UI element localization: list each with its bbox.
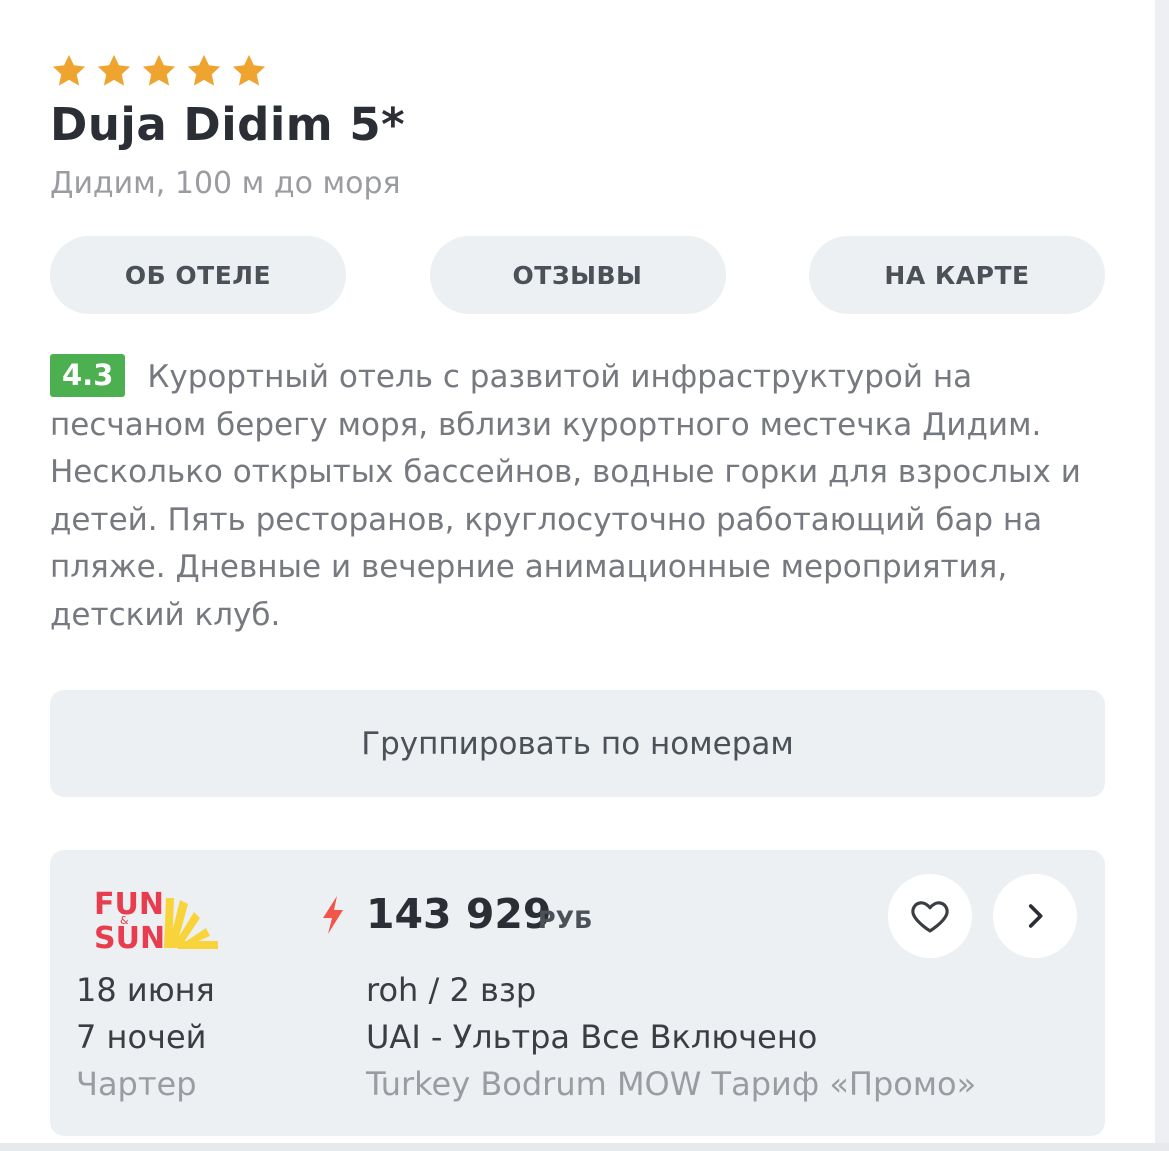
group-by-rooms-button[interactable]: Группировать по номерам: [50, 690, 1105, 797]
meal-plan: UAI - Ультра Все Включено: [366, 1018, 818, 1056]
hotel-title: Duja Didim 5*: [50, 98, 406, 151]
hotel-tabs: ОБ ОТЕЛЕ ОТЗЫВЫ НА КАРТЕ: [50, 236, 1105, 314]
open-offer-button[interactable]: [993, 874, 1077, 958]
right-edge-strip: [1155, 0, 1169, 1151]
tariff-name: Turkey Bodrum MOW Тариф «Промо»: [366, 1065, 977, 1103]
hotel-description: Курортный отель с развитой инфраструктур…: [50, 359, 1081, 633]
favorite-button[interactable]: [888, 874, 972, 958]
heart-icon: [911, 901, 949, 933]
rating-badge: 4.3: [50, 354, 126, 397]
bottom-edge-strip: [0, 1143, 1169, 1151]
lightning-icon: [323, 896, 343, 934]
tab-on-map[interactable]: НА КАРТЕ: [809, 236, 1105, 314]
tab-reviews[interactable]: ОТЗЫВЫ: [429, 236, 726, 314]
star-icon: [52, 54, 86, 86]
svg-text:SUN: SUN: [94, 921, 165, 950]
departure-date: 18 июня: [76, 971, 215, 1009]
price-currency: РУБ: [538, 906, 593, 934]
tour-offer-card[interactable]: FUN SUN & 18 июня 7 ночей Чартер 143 929…: [50, 850, 1105, 1136]
star-icon: [97, 54, 131, 86]
fun-sun-logo: FUN SUN &: [94, 887, 218, 950]
chevron-right-icon: [1028, 904, 1043, 928]
star-icon: [232, 54, 266, 86]
star-icon: [142, 54, 176, 86]
room-type: roh / 2 взр: [366, 971, 537, 1009]
hotel-description-block: 4.3 Курортный отель с развитой инфраструк…: [50, 354, 1110, 639]
tab-about-hotel[interactable]: ОБ ОТЕЛЕ: [50, 236, 346, 314]
star-icon: [187, 54, 221, 86]
svg-text:FUN: FUN: [94, 887, 164, 922]
flight-type: Чартер: [76, 1065, 197, 1103]
hotel-location: Дидим, 100 м до моря: [50, 166, 401, 201]
svg-text:&: &: [120, 914, 129, 927]
nights-count: 7 ночей: [76, 1018, 207, 1056]
star-rating: [50, 52, 268, 90]
offer-price: 143 929: [366, 890, 552, 938]
